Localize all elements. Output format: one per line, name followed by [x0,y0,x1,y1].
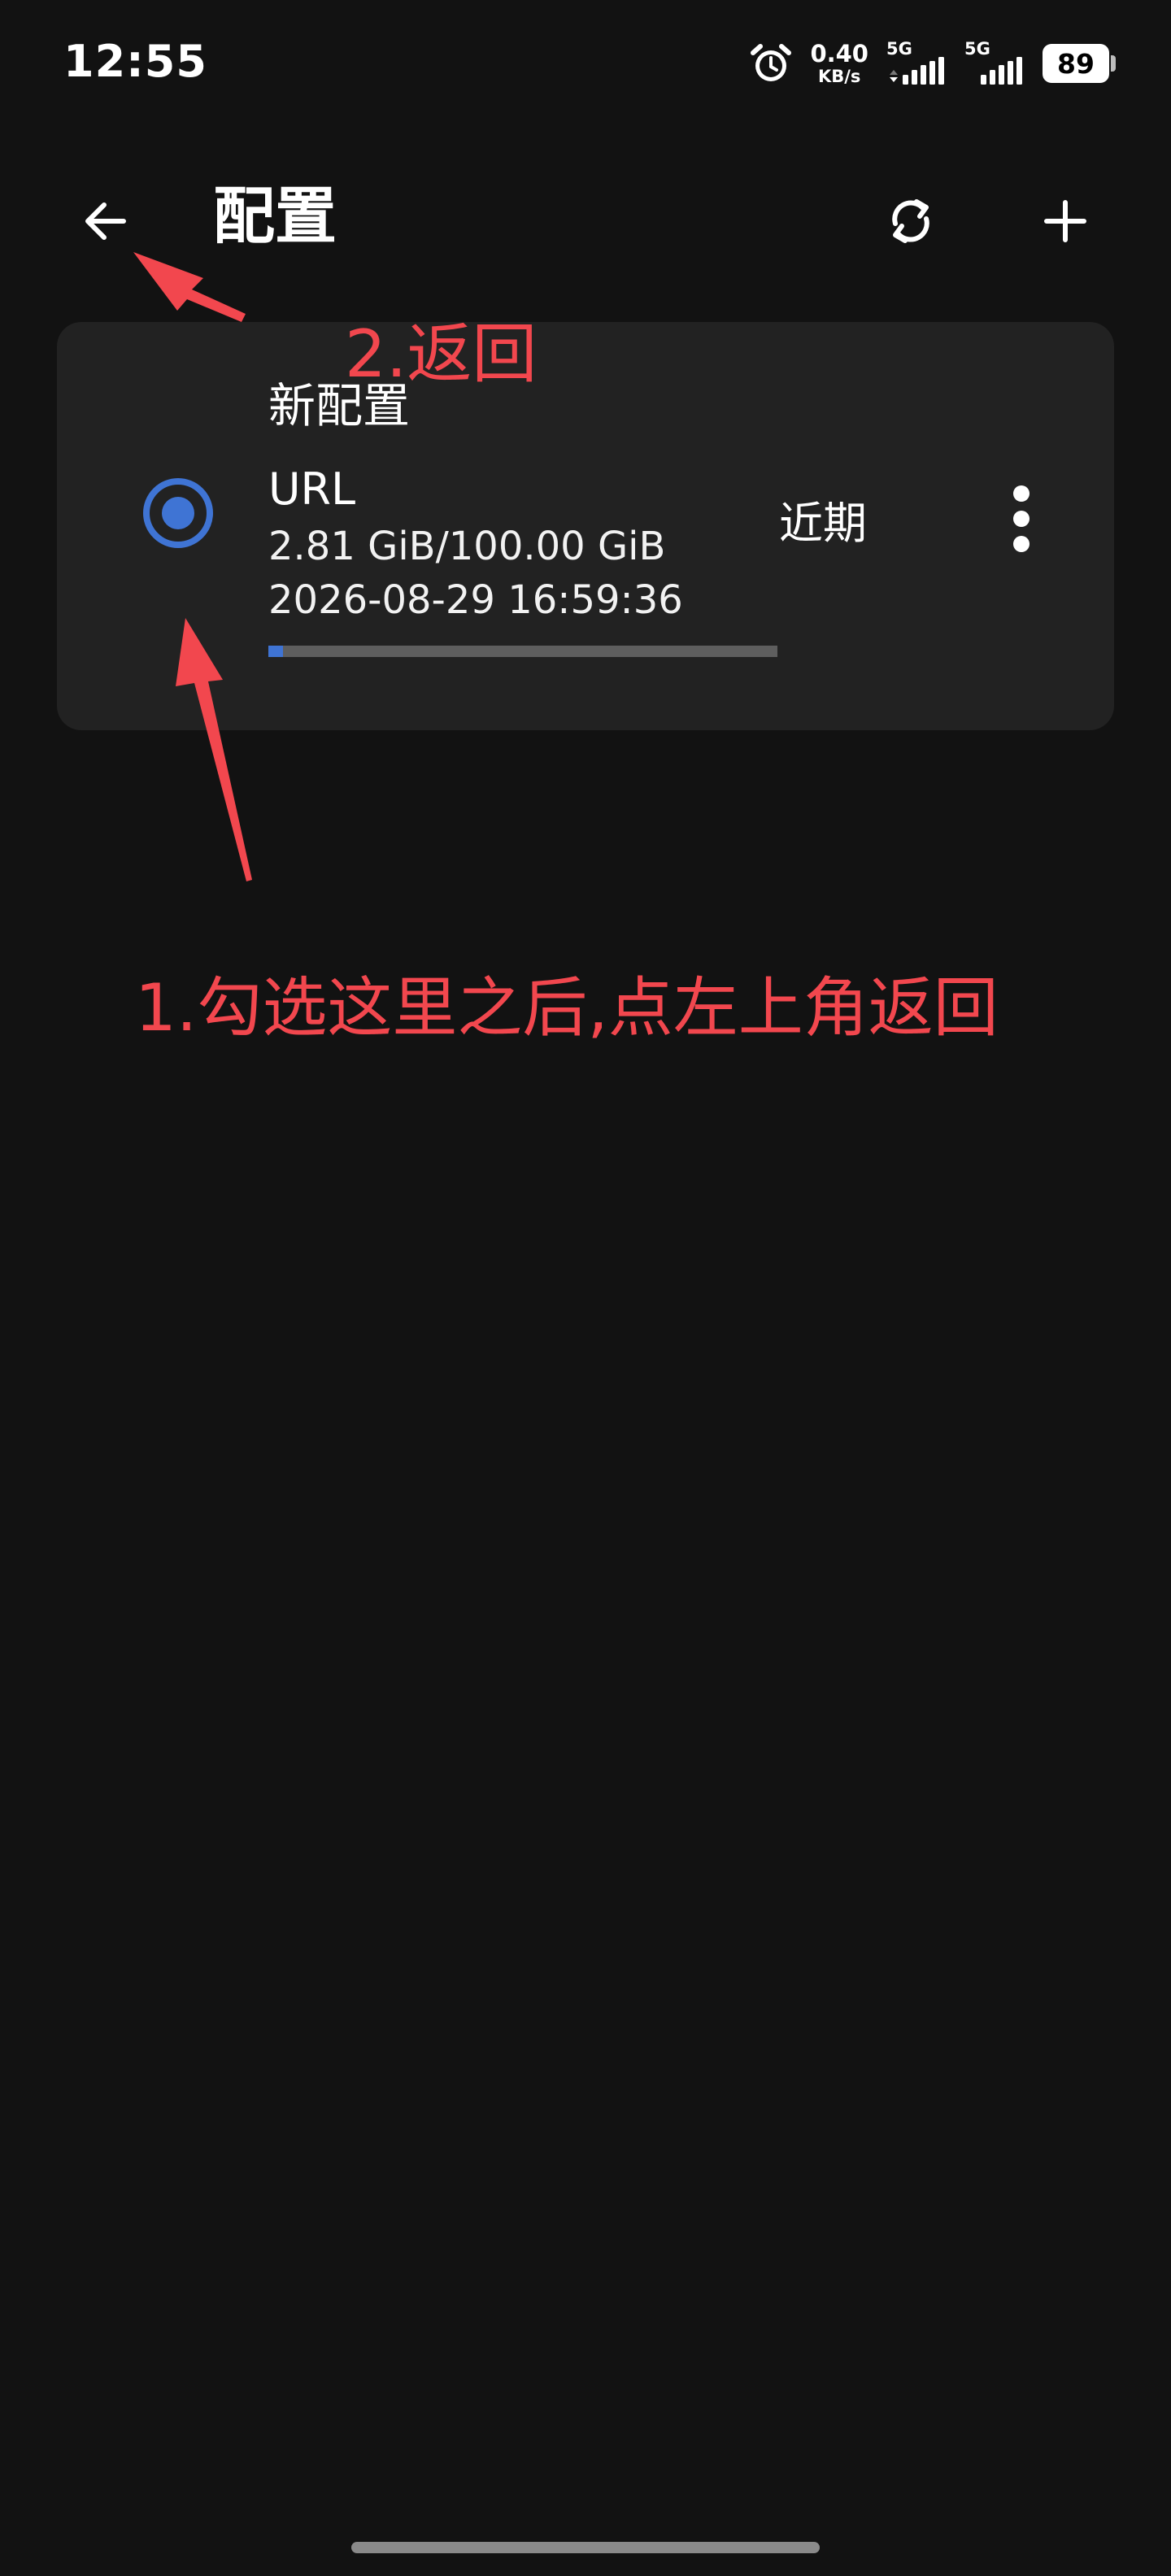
usage-progress-bar [268,646,777,657]
radio-selected-icon [143,478,213,548]
page-title: 配置 [213,180,337,252]
status-time: 12:55 [63,36,207,87]
app-bar: 配置 [0,146,1171,285]
sim2-signal: 5G [964,39,1025,88]
plus-icon [1044,200,1086,242]
profile-expire-time: 2026-08-29 16:59:36 [268,577,683,623]
network-speed-unit: KB/s [817,66,861,86]
profile-radio-button[interactable] [132,467,224,559]
alarm-icon [751,44,792,81]
refresh-icon [892,199,929,243]
annotation-back-hint: 2.返回 [345,316,538,392]
profile-usage: 2.81 GiB/100.00 GiB [268,524,666,569]
refresh-button[interactable] [870,181,951,262]
data-activity-icon [890,70,898,82]
sim1-network-type: 5G [886,39,912,59]
status-bar: 12:55 0.40 KB/s 5G 5G 89 [0,0,1171,130]
radio-dot [162,497,194,529]
sim2-network-type: 5G [964,39,990,59]
usage-progress-fill [268,646,283,657]
profile-type: URL [268,463,356,515]
signal-icon [981,57,1022,85]
add-button[interactable] [1025,181,1106,262]
more-vertical-icon [1013,485,1030,552]
annotation-instruction: 1.勾选这里之后,点左上角返回 [135,970,999,1046]
battery-level: 89 [1057,47,1095,80]
network-speed: 0.40 KB/s [810,39,868,86]
profile-update-label: 近期 [779,498,867,549]
back-button[interactable] [65,181,146,262]
sim1-signal: 5G [886,39,947,88]
more-options-button[interactable] [982,480,1060,558]
battery-terminal [1111,55,1116,72]
status-indicators: 0.40 KB/s 5G 5G 89 [748,37,1116,89]
arrow-left-icon [85,202,126,240]
home-indicator[interactable] [351,2542,820,2553]
profile-card[interactable]: 新配置 URL 2.81 GiB/100.00 GiB 2026-08-29 1… [57,322,1114,730]
network-speed-value: 0.40 [810,39,868,67]
signal-icon [903,57,944,85]
battery-icon: 89 [1043,44,1116,83]
